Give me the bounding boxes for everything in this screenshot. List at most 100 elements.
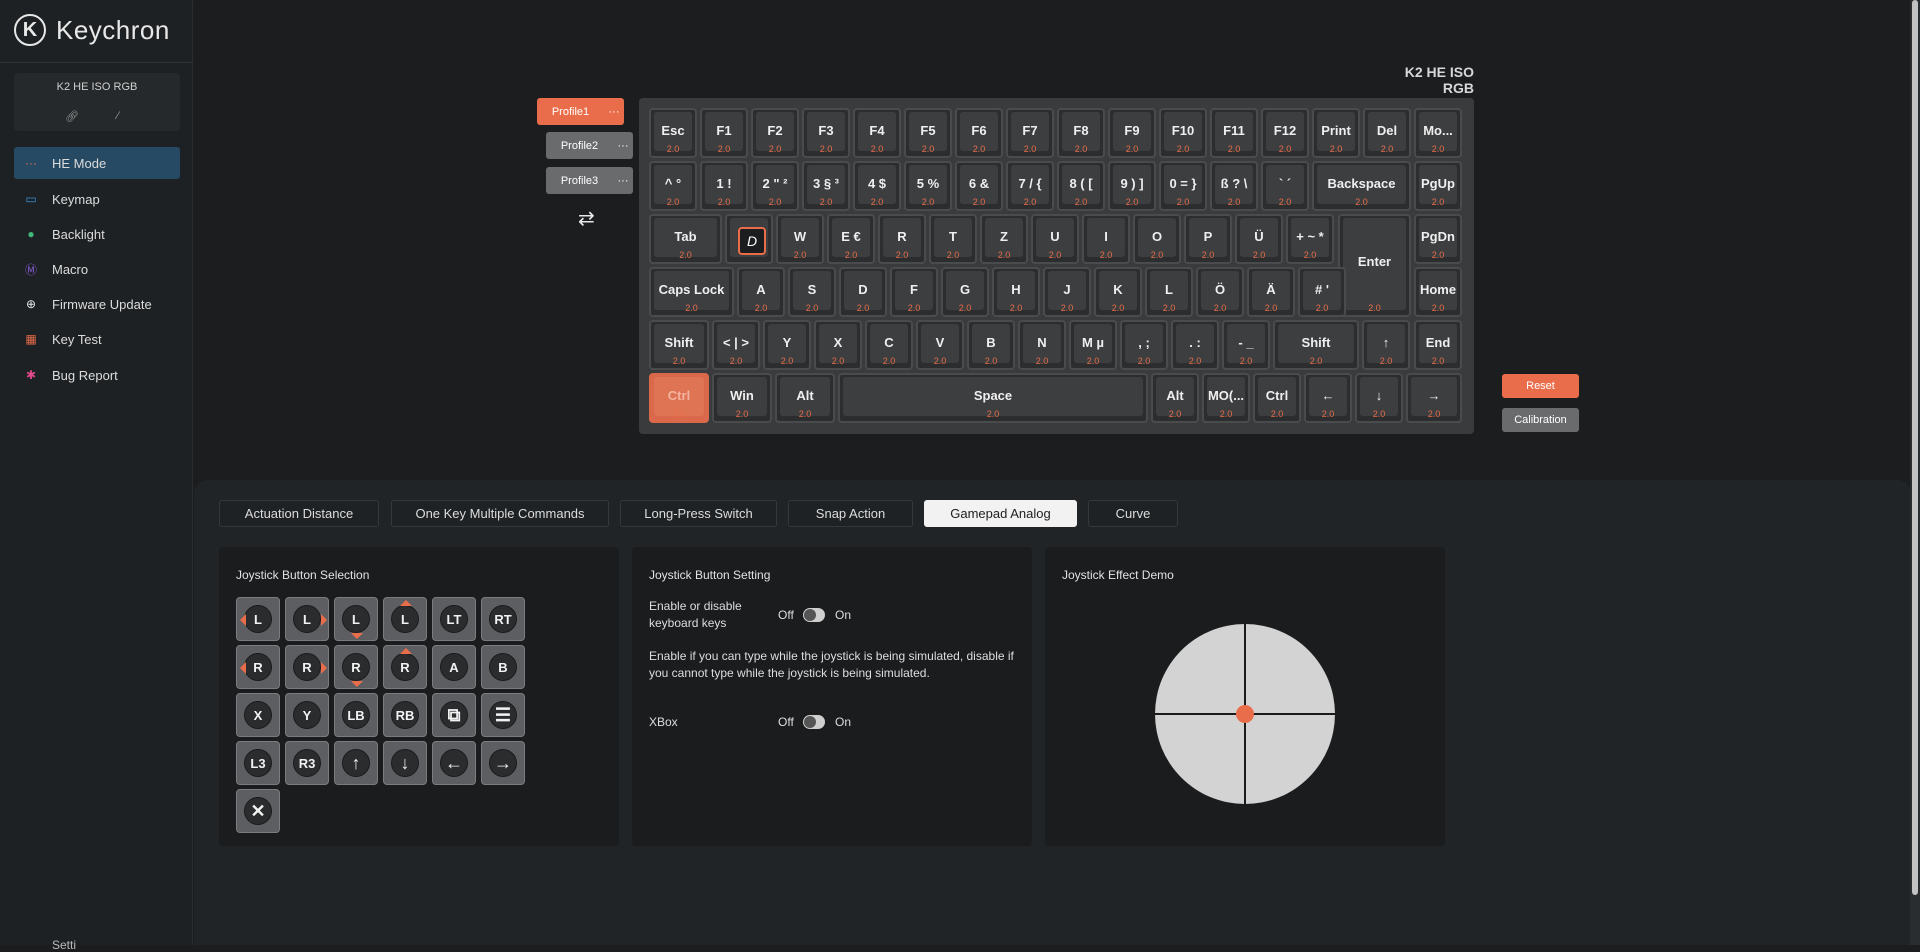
key[interactable]: Ö 2.0 <box>1196 267 1244 317</box>
joystick-button[interactable]: RT <box>481 597 525 641</box>
profile-menu-icon[interactable]: ··· <box>604 106 624 118</box>
key[interactable]: F10 2.0 <box>1159 108 1207 158</box>
key[interactable]: X 2.0 <box>814 320 862 370</box>
key[interactable]: 0 = } 2.0 <box>1159 161 1207 211</box>
key[interactable]: P 2.0 <box>1184 214 1232 264</box>
key[interactable]: → 2.0 <box>1406 373 1462 423</box>
joystick-button[interactable]: R <box>236 645 280 689</box>
nav-keymap[interactable]: ▭ Keymap <box>14 183 180 215</box>
key[interactable]: F12 2.0 <box>1261 108 1309 158</box>
joystick-button[interactable]: ✕ <box>236 789 280 833</box>
profile-tab-2[interactable]: Profile2 ··· <box>546 132 633 159</box>
key[interactable]: ß ? \ 2.0 <box>1210 161 1258 211</box>
key[interactable]: Shift 2.0 <box>1273 320 1359 370</box>
key[interactable]: Win 2.0 <box>712 373 772 423</box>
profile-tab-3[interactable]: Profile3 ··· <box>546 167 633 194</box>
swap-icon[interactable]: ⇄ <box>578 206 595 231</box>
key[interactable]: Esc 2.0 <box>649 108 697 158</box>
key[interactable]: D <box>725 214 773 264</box>
key[interactable]: ↓ 2.0 <box>1355 373 1403 423</box>
key[interactable]: F2 2.0 <box>751 108 799 158</box>
tab-actuation-distance[interactable]: Actuation Distance <box>219 500 379 527</box>
key[interactable]: PgDn 2.0 <box>1414 214 1462 264</box>
key[interactable]: I 2.0 <box>1082 214 1130 264</box>
key[interactable]: Y 2.0 <box>763 320 811 370</box>
key[interactable]: F1 2.0 <box>700 108 748 158</box>
key[interactable]: 9 ) ] 2.0 <box>1108 161 1156 211</box>
joystick-button[interactable]: ← <box>432 741 476 785</box>
key[interactable]: F3 2.0 <box>802 108 850 158</box>
key[interactable]: D 2.0 <box>839 267 887 317</box>
key[interactable]: Ctrl 2.0 <box>1253 373 1301 423</box>
tab-long-press-switch[interactable]: Long-Press Switch <box>620 500 777 527</box>
nav-he-mode[interactable]: ··· HE Mode <box>14 147 180 179</box>
key[interactable]: Ü 2.0 <box>1235 214 1283 264</box>
nav-macro[interactable]: Ⓜ Macro <box>14 253 180 285</box>
tab-one-key-multiple-commands[interactable]: One Key Multiple Commands <box>391 500 609 527</box>
key[interactable]: F11 2.0 <box>1210 108 1258 158</box>
key[interactable]: Home 2.0 <box>1414 267 1462 317</box>
key[interactable]: Shift 2.0 <box>649 320 709 370</box>
key[interactable]: F 2.0 <box>890 267 938 317</box>
joystick-button[interactable]: L <box>334 597 378 641</box>
key[interactable]: F9 2.0 <box>1108 108 1156 158</box>
key[interactable]: 1 ! 2.0 <box>700 161 748 211</box>
key[interactable]: End 2.0 <box>1414 320 1462 370</box>
key[interactable]: 8 ( [2.0 <box>1057 161 1105 211</box>
key[interactable]: Print 2.0 <box>1312 108 1360 158</box>
joystick-button[interactable]: LT <box>432 597 476 641</box>
joystick-button[interactable]: L <box>285 597 329 641</box>
joystick-button[interactable]: R <box>285 645 329 689</box>
key[interactable]: 6 & 2.0 <box>955 161 1003 211</box>
key[interactable]: V 2.0 <box>916 320 964 370</box>
key[interactable]: Alt 2.0 <box>775 373 835 423</box>
key[interactable]: ← 2.0 <box>1304 373 1352 423</box>
joystick-button[interactable]: L <box>383 597 427 641</box>
joystick-button[interactable]: ↓ <box>383 741 427 785</box>
key[interactable]: H 2.0 <box>992 267 1040 317</box>
key[interactable]: B 2.0 <box>967 320 1015 370</box>
joystick-button[interactable]: ⧉ <box>432 693 476 737</box>
key[interactable]: E € 2.0 <box>827 214 875 264</box>
key[interactable]: Enter 2.0 <box>1338 214 1411 317</box>
key[interactable]: F8 2.0 <box>1057 108 1105 158</box>
key[interactable]: - _ 2.0 <box>1222 320 1270 370</box>
key[interactable]: J 2.0 <box>1043 267 1091 317</box>
key[interactable]: MO(... 2.0 <box>1202 373 1250 423</box>
key[interactable]: F6 2.0 <box>955 108 1003 158</box>
key[interactable]: 4 $ 2.0 <box>853 161 901 211</box>
profile-tab-1[interactable]: Profile1 ··· <box>537 98 624 125</box>
key[interactable]: A 2.0 <box>737 267 785 317</box>
key[interactable]: S 2.0 <box>788 267 836 317</box>
enable-keys-toggle[interactable] <box>803 608 825 622</box>
calibration-button[interactable]: Calibration <box>1502 408 1579 432</box>
page-scrollbar[interactable] <box>1910 0 1920 945</box>
key[interactable]: Mo... 2.0 <box>1414 108 1462 158</box>
joystick-button[interactable]: R <box>334 645 378 689</box>
key[interactable]: C 2.0 <box>865 320 913 370</box>
reset-button[interactable]: Reset <box>1502 374 1579 398</box>
key[interactable]: T 2.0 <box>929 214 977 264</box>
key[interactable]: L 2.0 <box>1145 267 1193 317</box>
tab-snap-action[interactable]: Snap Action <box>788 500 913 527</box>
key[interactable]: 3 § ³ 2.0 <box>802 161 850 211</box>
key[interactable]: 2 " ² 2.0 <box>751 161 799 211</box>
joystick-button[interactable]: A <box>432 645 476 689</box>
nav-key-test[interactable]: ▦ Key Test <box>14 323 180 355</box>
key[interactable]: F5 2.0 <box>904 108 952 158</box>
key[interactable]: , ; 2.0 <box>1120 320 1168 370</box>
key[interactable]: R 2.0 <box>878 214 926 264</box>
key[interactable]: ` ´ 2.0 <box>1261 161 1309 211</box>
xbox-toggle[interactable] <box>803 715 825 729</box>
key[interactable]: ↑ 2.0 <box>1362 320 1410 370</box>
key[interactable]: Space 2.0 <box>838 373 1148 423</box>
nav-settings[interactable]: Setti <box>52 938 76 952</box>
key[interactable]: 7 / {2.0 <box>1006 161 1054 211</box>
key[interactable]: . : 2.0 <box>1171 320 1219 370</box>
tab-curve[interactable]: Curve <box>1088 500 1178 527</box>
key[interactable]: Z 2.0 <box>980 214 1028 264</box>
key[interactable]: PgUp 2.0 <box>1414 161 1462 211</box>
nav-firmware-update[interactable]: ⊕ Firmware Update <box>14 288 180 320</box>
key[interactable]: F4 2.0 <box>853 108 901 158</box>
key[interactable]: W 2.0 <box>776 214 824 264</box>
